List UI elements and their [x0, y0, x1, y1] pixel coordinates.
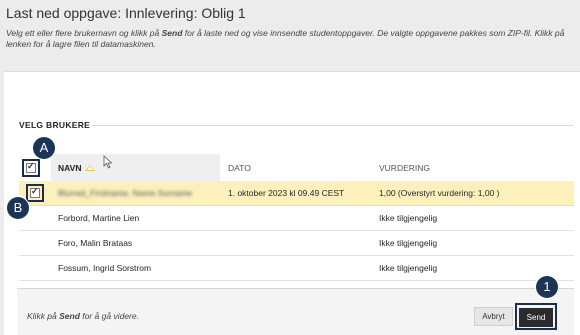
instructions: Velg ett eller flere brukernavn og klikk… — [6, 28, 565, 49]
student-name[interactable]: Foro, Malin Brataas — [58, 231, 132, 256]
table-row[interactable]: Foro, Malin Brataas Ikke tilgjengelig — [19, 231, 574, 256]
student-name[interactable]: Blurred_Firstname, Name Surname — [58, 181, 192, 206]
column-header-date: DATO — [228, 163, 251, 173]
student-name[interactable]: Fossum, Ingrid Sorstrom — [58, 256, 151, 281]
student-name[interactable]: Forbord, Martine Lien — [58, 206, 139, 231]
grade-value: Ikke tilgjengelig — [379, 238, 438, 248]
cancel-button[interactable]: Avbryt — [474, 307, 513, 326]
submission-date: 1. oktober 2023 kl 09.49 CEST — [228, 188, 345, 198]
select-all-checkbox[interactable] — [26, 161, 36, 173]
table-row[interactable]: Forbord, Martine Lien Ikke tilgjengelig — [19, 206, 574, 231]
callout-a: A — [33, 137, 55, 159]
page-header: Last ned oppgave: Innlevering: Oblig 1 V… — [0, 0, 580, 70]
page-title: Last ned oppgave: Innlevering: Oblig 1 — [6, 5, 246, 21]
column-header-grade: VURDERING — [379, 163, 431, 173]
callout-1: 1 — [536, 276, 558, 298]
footer-instruction: Klikk på Send for å gå videre. — [27, 311, 139, 321]
table-row[interactable]: Fossum, Ingrid Sorstrom Ikke tilgjengeli… — [19, 256, 574, 281]
send-button-focus-highlight: Send — [515, 303, 557, 330]
column-header-name[interactable]: NAVN — [51, 154, 220, 182]
grade-value: Ikke tilgjengelig — [379, 213, 438, 223]
mouse-cursor-icon — [103, 155, 113, 169]
sort-ascending-icon — [85, 165, 96, 171]
row-checkbox[interactable] — [30, 186, 40, 198]
send-button[interactable]: Send — [519, 308, 553, 327]
callout-b: B — [7, 197, 29, 219]
table-row[interactable]: Blurred_Firstname, Name Surname 1. oktob… — [19, 181, 574, 206]
submit-footer: Klikk på Send for å gå videre. Avbryt Se… — [17, 288, 574, 335]
section-title: VELG BRUKERE — [19, 120, 91, 130]
grade-value: 1,00 (Overstyrt vurdering: 1,00 ) — [379, 188, 500, 198]
section-divider — [92, 125, 574, 126]
grade-value: Ikke tilgjengelig — [379, 263, 438, 273]
